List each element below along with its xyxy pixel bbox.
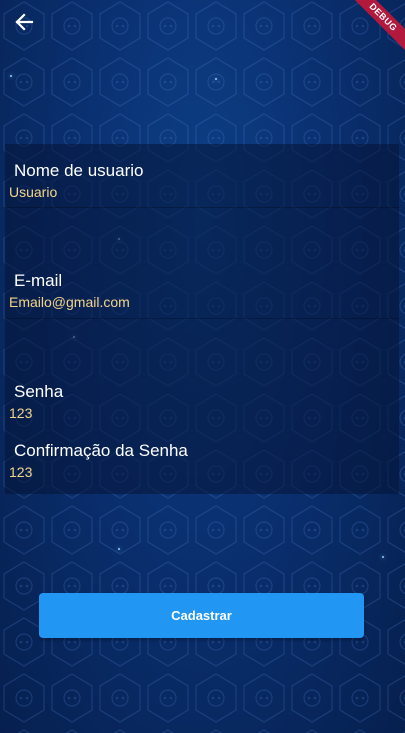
password-confirm-label: Confirmação da Senha: [14, 441, 188, 460]
register-button[interactable]: Cadastrar: [39, 593, 364, 638]
registration-form: Nome de usuario Usuario E-mail Emailo@gm…: [5, 144, 399, 494]
divider: [5, 318, 399, 319]
email-label: E-mail: [14, 271, 63, 290]
back-button[interactable]: [12, 10, 36, 34]
password-input[interactable]: 123: [5, 404, 399, 422]
username-label: Nome de usuario: [14, 161, 144, 180]
register-screen: DEBUG Nome de usuario Usuario E-mail Ema…: [0, 0, 405, 733]
sparkle: [215, 78, 217, 80]
password-confirm-input[interactable]: 123: [5, 463, 399, 481]
password-label: Senha: [14, 382, 64, 401]
email-input[interactable]: Emailo@gmail.com: [5, 293, 399, 311]
sparkle: [382, 556, 384, 558]
arrow-left-icon: [15, 13, 34, 31]
username-input[interactable]: Usuario: [5, 183, 399, 201]
divider: [5, 207, 399, 208]
sparkle: [118, 548, 120, 550]
password-confirm-field[interactable]: Confirmação da Senha 123: [5, 441, 399, 481]
sparkle: [10, 75, 12, 77]
email-field[interactable]: E-mail Emailo@gmail.com: [5, 271, 399, 311]
username-field[interactable]: Nome de usuario Usuario: [5, 161, 399, 201]
password-field[interactable]: Senha 123: [5, 382, 399, 422]
